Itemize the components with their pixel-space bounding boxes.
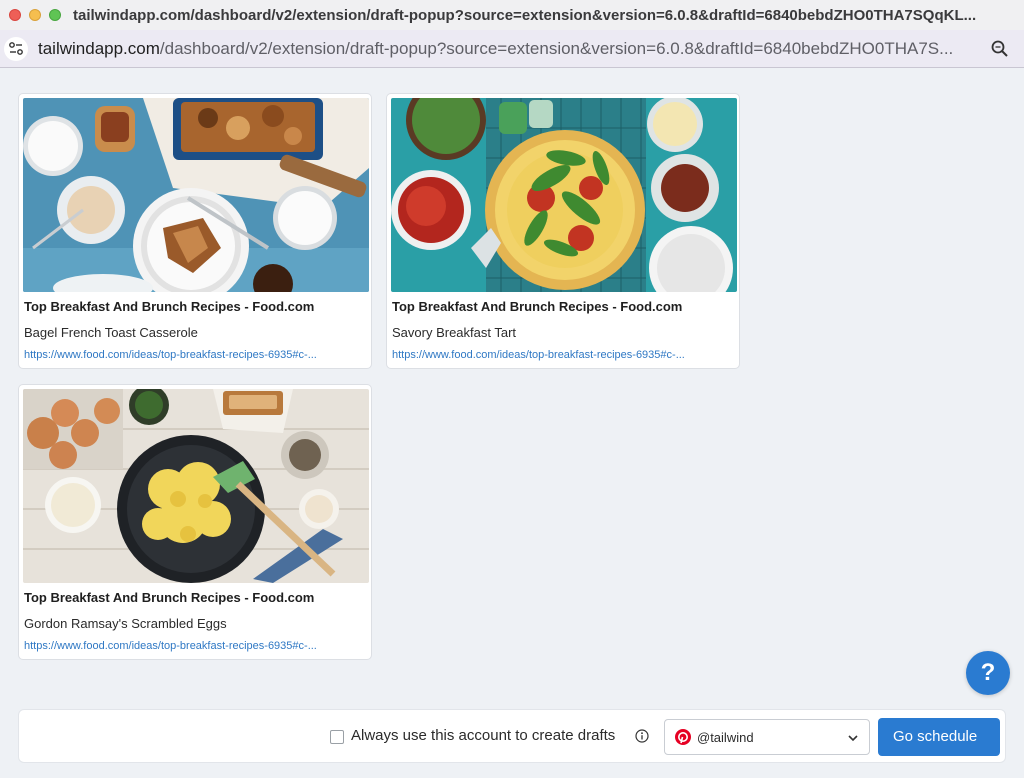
pin-card[interactable]: Top Breakfast And Brunch Recipes - Food.… [18,93,372,369]
pin-card[interactable]: Top Breakfast And Brunch Recipes - Food.… [386,93,740,369]
pin-link[interactable]: https://www.food.com/ideas/top-breakfast… [24,349,364,361]
zoom-window-button[interactable] [49,9,61,21]
pin-title: Top Breakfast And Brunch Recipes - Food.… [392,299,683,314]
site-settings-button[interactable] [4,36,28,61]
pin-title: Top Breakfast And Brunch Recipes - Food.… [24,299,315,314]
always-use-account-label[interactable]: Always use this account to create drafts [351,727,615,744]
window-titlebar: tailwindapp.com/dashboard/v2/extension/d… [0,0,1024,30]
go-schedule-button[interactable]: Go schedule [878,718,1000,756]
account-select[interactable]: @tailwind [664,719,870,755]
chevron-down-icon [848,735,858,742]
draft-footer: Always use this account to create drafts… [18,709,1006,763]
url-path: /dashboard/v2/extension/draft-popup?sour… [159,38,954,58]
pin-image [23,98,369,292]
pin-description: Bagel French Toast Casserole [24,325,198,340]
pin-description: Gordon Ramsay's Scrambled Eggs [24,616,227,631]
pin-title: Top Breakfast And Brunch Recipes - Food.… [24,590,315,605]
pinterest-icon [675,729,691,745]
help-label: ? [980,659,996,686]
url-field[interactable]: tailwindapp.com/dashboard/v2/extension/d… [38,39,978,59]
draft-content: Top Breakfast And Brunch Recipes - Food.… [0,69,1024,778]
tune-icon [9,41,23,55]
pin-link[interactable]: https://www.food.com/ideas/top-breakfast… [392,349,732,361]
close-window-button[interactable] [9,9,21,21]
always-use-account-checkbox[interactable] [330,730,344,744]
go-schedule-label: Go schedule [893,728,978,745]
help-button[interactable]: ? [966,651,1010,695]
pin-image [23,389,369,583]
pin-image [391,98,737,292]
pin-card[interactable]: Top Breakfast And Brunch Recipes - Food.… [18,384,372,660]
url-domain: tailwindapp.com [38,38,160,58]
account-select-value: @tailwind [697,730,754,745]
search-icon[interactable] [990,39,1010,59]
window-controls [9,9,61,21]
window-title: tailwindapp.com/dashboard/v2/extension/d… [73,6,977,24]
minimize-window-button[interactable] [29,9,41,21]
pin-link[interactable]: https://www.food.com/ideas/top-breakfast… [24,640,364,652]
info-icon[interactable] [635,729,649,743]
pin-description: Savory Breakfast Tart [392,325,517,340]
address-bar: tailwindapp.com/dashboard/v2/extension/d… [0,30,1024,68]
